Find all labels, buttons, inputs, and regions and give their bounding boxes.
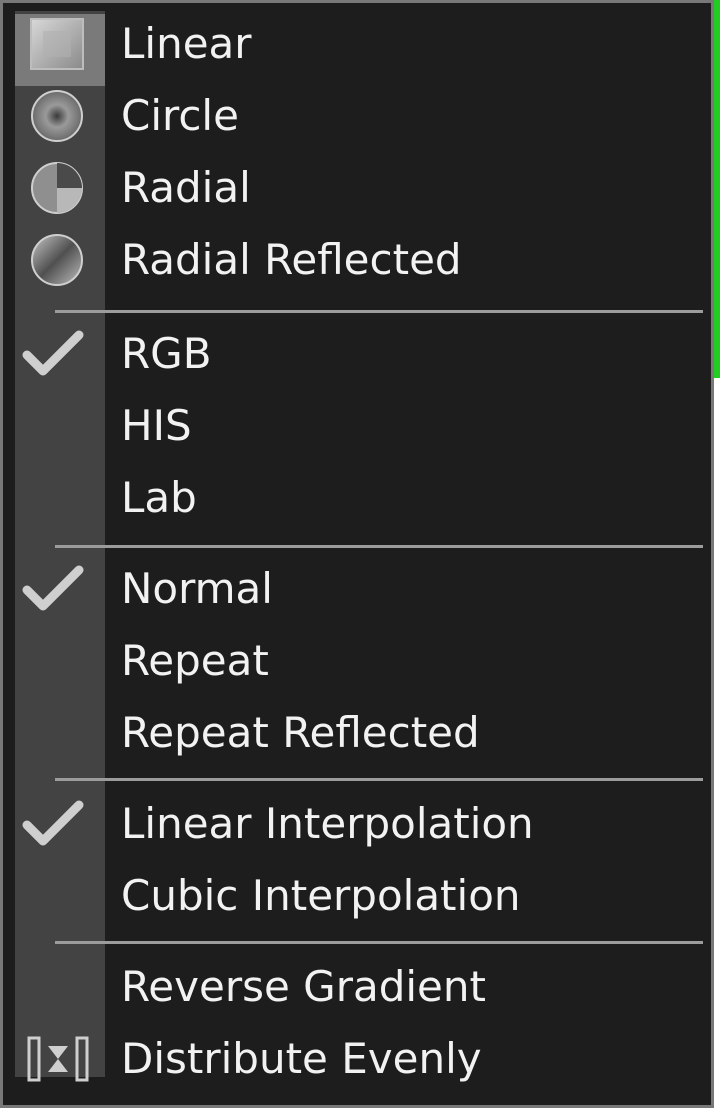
menu-item-circle[interactable]: Circle: [3, 80, 714, 152]
menu-item-linear-interpolation[interactable]: Linear Interpolation: [3, 788, 714, 860]
menu-item-label: Repeat Reflected: [121, 708, 480, 757]
menu-item-his[interactable]: HIS: [3, 390, 714, 462]
menu-item-repeat[interactable]: Repeat: [3, 625, 714, 697]
checkmark-icon: [22, 800, 84, 846]
menu-item-label: Linear Interpolation: [121, 799, 534, 848]
menu-separator: [55, 778, 703, 781]
menu-item-label: Distribute Evenly: [121, 1034, 482, 1083]
gradient-context-menu: Linear Circle Radial Radial Reflected RG…: [0, 0, 714, 1108]
menu-item-label: Reverse Gradient: [121, 962, 486, 1011]
menu-item-label: Linear: [121, 19, 252, 68]
menu-item-label: Cubic Interpolation: [121, 871, 521, 920]
menu-item-label: Lab: [121, 473, 197, 522]
linear-gradient-icon: [30, 18, 84, 70]
checkmark-icon: [22, 565, 84, 611]
menu-item-rgb[interactable]: RGB: [3, 318, 714, 390]
menu-item-radial-reflected[interactable]: Radial Reflected: [3, 224, 714, 296]
menu-item-linear[interactable]: Linear: [3, 8, 714, 80]
menu-item-distribute-evenly[interactable]: Distribute Evenly: [3, 1023, 714, 1095]
menu-item-radial[interactable]: Radial: [3, 152, 714, 224]
checkmark-icon: [22, 330, 84, 376]
distribute-evenly-icon: [27, 1036, 89, 1082]
menu-item-normal[interactable]: Normal: [3, 553, 714, 625]
menu-item-label: Repeat: [121, 636, 269, 685]
radial-gradient-icon: [31, 162, 83, 214]
menu-separator: [55, 310, 703, 313]
menu-item-label: Radial: [121, 163, 251, 212]
menu-item-reverse-gradient[interactable]: Reverse Gradient: [3, 951, 714, 1023]
circle-gradient-icon: [31, 90, 83, 142]
menu-item-lab[interactable]: Lab: [3, 462, 714, 534]
menu-item-label: Circle: [121, 91, 239, 140]
menu-item-repeat-reflected[interactable]: Repeat Reflected: [3, 697, 714, 769]
radial-reflected-gradient-icon: [31, 234, 83, 286]
menu-item-label: Normal: [121, 564, 273, 613]
menu-item-label: Radial Reflected: [121, 235, 462, 284]
menu-separator: [55, 941, 703, 944]
window-edge-accent: [714, 0, 720, 378]
menu-item-cubic-interpolation[interactable]: Cubic Interpolation: [3, 860, 714, 932]
menu-item-label: RGB: [121, 329, 212, 378]
menu-separator: [55, 545, 703, 548]
menu-item-label: HIS: [121, 401, 192, 450]
